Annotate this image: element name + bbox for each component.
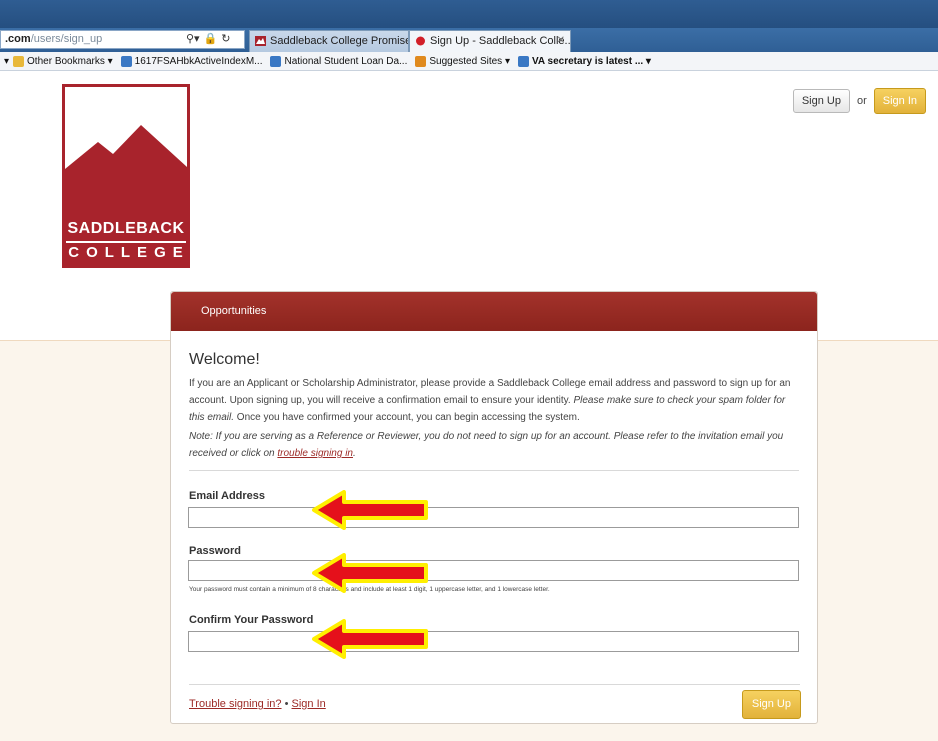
arrow-annotation-password bbox=[312, 553, 428, 593]
chevron-down-icon[interactable]: ▾ bbox=[4, 56, 9, 67]
bookmark-label: 1617FSAHbkActiveIndexM... bbox=[134, 55, 263, 67]
lock-icon[interactable]: 🔒 bbox=[204, 32, 218, 45]
password-field[interactable] bbox=[188, 560, 799, 581]
link-separator: • bbox=[284, 698, 289, 710]
sign-up-button[interactable]: Sign Up bbox=[792, 89, 850, 113]
footer-divider bbox=[189, 684, 800, 685]
logo-name: SADDLEBACK bbox=[67, 220, 185, 237]
logo-college: COLLEGE bbox=[68, 244, 190, 261]
arrow-annotation-confirm bbox=[312, 619, 428, 659]
tab-title: Sign Up - Saddleback Colle... bbox=[430, 35, 571, 47]
or-separator: or bbox=[856, 95, 867, 107]
bing-icon bbox=[415, 55, 427, 67]
signup-card: Opportunities Welcome! If you are an App… bbox=[170, 291, 818, 724]
bookmark-label: Suggested Sites ▾ bbox=[429, 55, 510, 67]
bookmark-label: National Student Loan Da... bbox=[284, 55, 408, 67]
address-icons: ⚲▾ 🔒 ↻ bbox=[186, 32, 231, 45]
divider bbox=[189, 470, 799, 471]
sign-in-button[interactable]: Sign In bbox=[873, 88, 926, 114]
ie-page-icon bbox=[270, 55, 282, 67]
address-domain: .com bbox=[5, 33, 31, 45]
bookmark-suggested[interactable]: Suggested Sites ▾ bbox=[415, 55, 510, 67]
note-text: Note: If you are serving as a Reference … bbox=[189, 428, 799, 462]
bookmark-nslds[interactable]: National Student Loan Da... bbox=[270, 55, 408, 67]
trouble-signing-in-link[interactable]: trouble signing in bbox=[277, 448, 353, 459]
refresh-icon[interactable]: ↻ bbox=[221, 32, 230, 45]
logo-divider bbox=[66, 241, 186, 243]
tab-sign-up[interactable]: Sign Up - Saddleback Colle... ✕ bbox=[409, 30, 571, 52]
address-path: /users/sign_up bbox=[30, 33, 103, 45]
ie-page-icon bbox=[120, 55, 132, 67]
card-header: Opportunities bbox=[171, 292, 817, 331]
email-field[interactable] bbox=[188, 507, 799, 528]
confirm-password-label: Confirm Your Password bbox=[189, 614, 314, 626]
search-icon[interactable]: ⚲▾ bbox=[186, 32, 200, 45]
bookmark-fsa[interactable]: 1617FSAHbkActiveIndexM... bbox=[120, 55, 263, 67]
header-actions: Sign Up or Sign In bbox=[792, 88, 926, 114]
bookmark-label: VA secretary is latest ... ▾ bbox=[531, 55, 651, 67]
close-tab-icon[interactable]: ✕ bbox=[557, 35, 565, 46]
ie-page-icon bbox=[517, 55, 529, 67]
sign-in-link[interactable]: Sign In bbox=[292, 698, 326, 710]
bookmark-label: Other Bookmarks ▾ bbox=[27, 55, 113, 67]
page-title: Welcome! bbox=[189, 351, 260, 368]
tab-saddleback-promise[interactable]: Saddleback College Promise Pr... bbox=[249, 30, 409, 52]
email-label: Email Address bbox=[189, 490, 266, 502]
password-label: Password bbox=[189, 545, 241, 557]
arrow-annotation-email bbox=[312, 490, 428, 530]
confirm-password-field[interactable] bbox=[188, 631, 799, 652]
bookmark-va[interactable]: VA secretary is latest ... ▾ bbox=[517, 55, 651, 67]
browser-toolbar: .com/users/sign_up ⚲▾ 🔒 ↻ Saddleback Col… bbox=[0, 28, 938, 52]
tab-opportunities[interactable]: Opportunities bbox=[201, 305, 266, 317]
intro-tail: Once you have confirmed your account, yo… bbox=[234, 412, 580, 423]
bookmarks-bar: ▾ Other Bookmarks ▾ 1617FSAHbkActiveInde… bbox=[0, 52, 938, 71]
saddleback-favicon-icon bbox=[255, 36, 266, 46]
note-end: . bbox=[352, 448, 356, 459]
browser-titlebar bbox=[0, 0, 938, 28]
folder-icon bbox=[13, 55, 25, 67]
bookmark-other[interactable]: Other Bookmarks ▾ bbox=[13, 55, 113, 67]
mountain-icon bbox=[65, 125, 187, 223]
tab-title: Saddleback College Promise Pr... bbox=[270, 35, 409, 47]
saddleback-college-logo[interactable]: SADDLEBACK COLLEGE bbox=[62, 84, 190, 268]
saddleback-favicon-icon bbox=[416, 36, 425, 46]
sign-up-submit-button[interactable]: Sign Up bbox=[741, 690, 801, 719]
footer-links: Trouble signing in? • Sign In bbox=[189, 698, 326, 710]
intro-text: If you are an Applicant or Scholarship A… bbox=[189, 375, 799, 426]
card-body: Welcome! If you are an Applicant or Scho… bbox=[171, 331, 817, 471]
trouble-signing-in-link[interactable]: Trouble signing in? bbox=[189, 698, 282, 710]
